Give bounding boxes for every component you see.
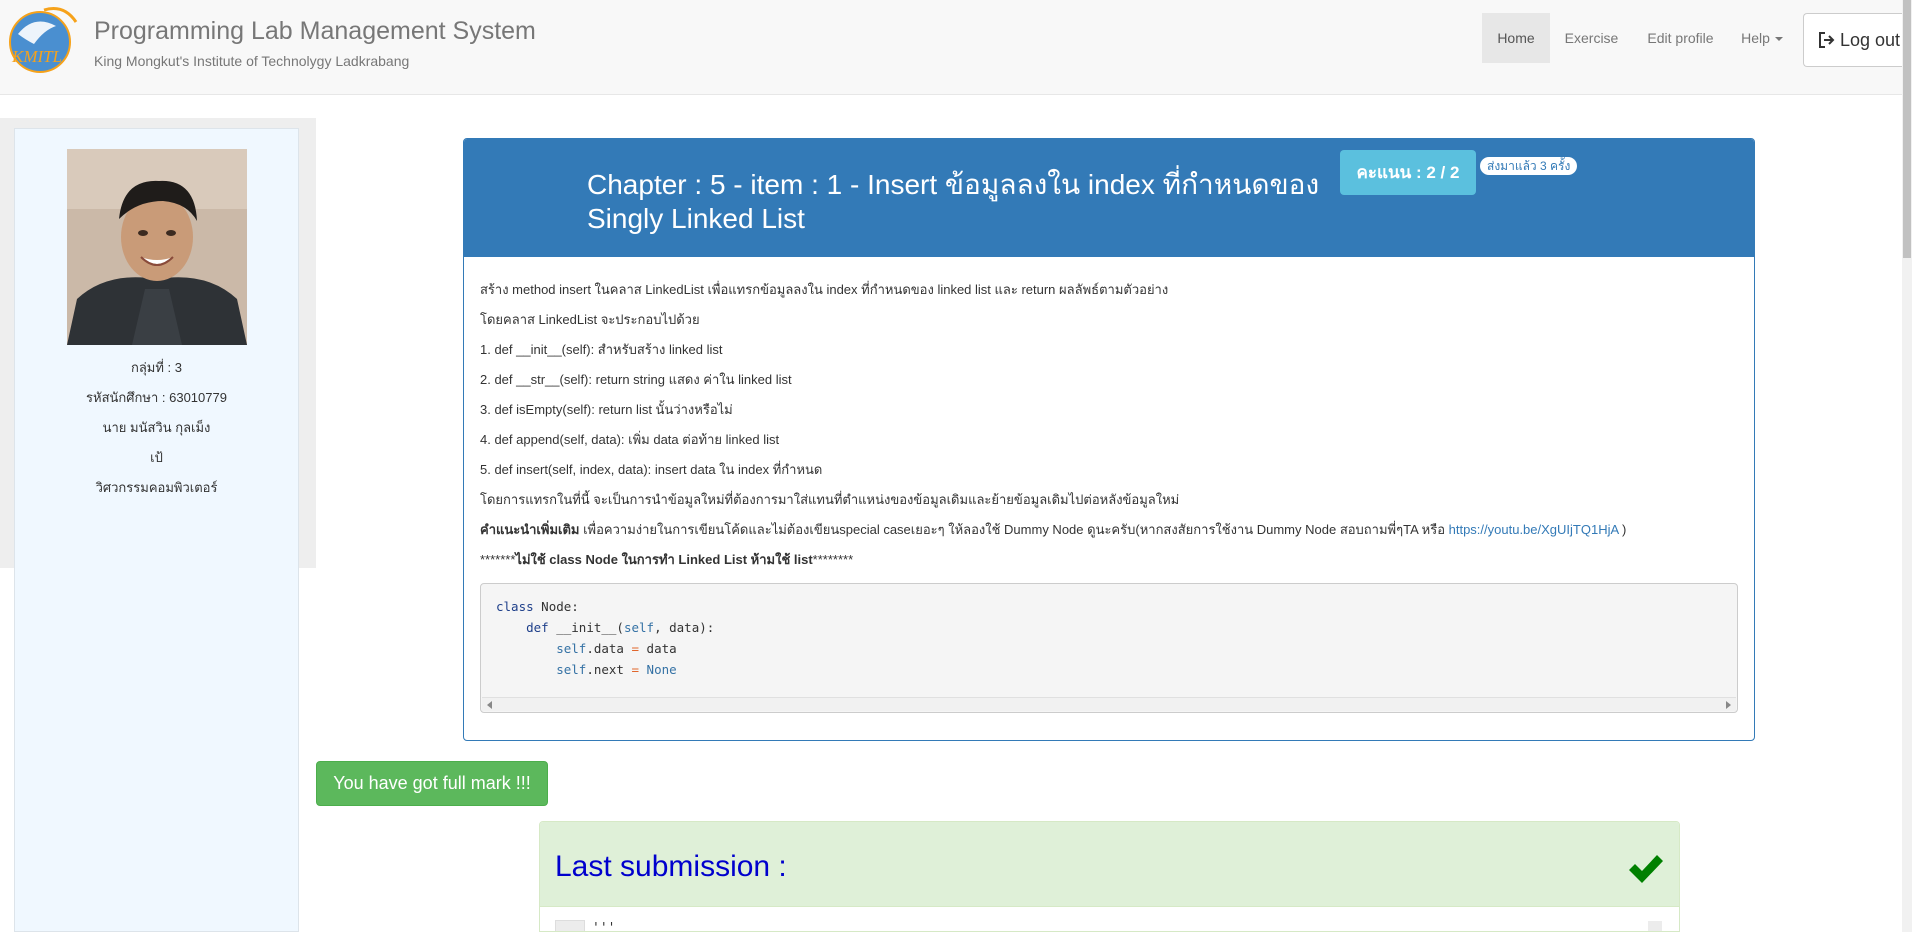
last-submission-title: Last submission :	[555, 850, 787, 883]
code-gutter	[555, 920, 585, 931]
code-keyword: def	[526, 620, 549, 635]
profile-group: กลุ่มที่ : 3	[130, 360, 183, 375]
kmitl-logo[interactable]: KMITL	[4, 4, 80, 74]
last-submission-header: Last submission :	[540, 822, 1679, 907]
logout-button[interactable]: Log out	[1803, 13, 1912, 67]
brand-subtitle: King Mongkut's Institute of Technolygy L…	[94, 53, 410, 69]
check-icon	[1629, 855, 1663, 883]
code-text: Node:	[533, 599, 579, 614]
score-badge: คะแนน : 2 / 2	[1340, 150, 1476, 195]
nav-exercise[interactable]: Exercise	[1555, 13, 1628, 63]
profile-panel: กลุ่มที่ : 3 รหัสนักศึกษา : 63010779 นาย…	[14, 128, 299, 932]
code-line: self.data = data	[496, 641, 677, 656]
code-text: , data):	[654, 620, 715, 635]
code-text: .data	[586, 641, 632, 656]
description-line: โดยคลาส LinkedList จะประกอบไปด้วย	[480, 312, 700, 327]
warning-line: *******ไม่ใช้ class Node ในการทำ Linked …	[480, 549, 853, 570]
code-line: self.next = None	[496, 662, 677, 677]
code-line: def __init__(self, data):	[496, 620, 714, 635]
code-constant: None	[639, 662, 677, 677]
profile-student-id: รหัสนักศึกษา : 63010779	[86, 390, 227, 405]
description-line: 5. def insert(self, index, data): insert…	[480, 462, 823, 477]
nav-help-label: Help	[1741, 30, 1770, 46]
description-line: 4. def append(self, data): เพิ่ม data ต่…	[480, 432, 780, 447]
code-text: .next	[586, 662, 632, 677]
code-example[interactable]: class Node: def __init__(self, data): se…	[480, 583, 1738, 713]
nav-home[interactable]: Home	[1482, 13, 1550, 63]
avatar	[67, 149, 247, 345]
code-scroll-up-icon[interactable]	[1648, 921, 1662, 931]
hint-link[interactable]: https://youtu.be/XgUIjTQ1HjA	[1449, 522, 1619, 537]
description-line: 1. def __init__(self): สำหรับสร้าง linke…	[480, 342, 723, 357]
hint-end: )	[1618, 522, 1627, 537]
hint-line: คำแนะนำเพิ่มเติม เพื่อความง่ายในการเขียน…	[480, 519, 1626, 540]
code-operator: =	[631, 662, 640, 677]
caret-down-icon	[1774, 37, 1783, 42]
problem-header: Chapter : 5 - item : 1 - Insert ข้อมูลลง…	[464, 139, 1754, 257]
warning-text: ไม่ใช้ class Node ในการทำ Linked List ห้…	[515, 552, 813, 567]
code-line: class Node:	[496, 599, 579, 614]
navbar: KMITL Programming Lab Management System …	[0, 0, 1912, 95]
hint-text: เพื่อความง่ายในการเขียนโค้ดและไม่ต้องเขี…	[579, 522, 1449, 537]
page-scrollbar-thumb[interactable]	[1903, 0, 1911, 258]
warning-suffix: ********	[812, 552, 854, 567]
warning-prefix: *******	[480, 552, 516, 567]
description-line: 3. def isEmpty(self): return list นั้นว่…	[480, 402, 733, 417]
code-operator: =	[631, 641, 640, 656]
code-keyword: class	[496, 599, 534, 614]
brand-title[interactable]: Programming Lab Management System	[94, 17, 536, 46]
profile-nickname: เป้	[150, 450, 163, 465]
profile-department: วิศวกรรมคอมพิวเตอร์	[95, 480, 218, 495]
logout-label: Log out	[1840, 30, 1901, 50]
svg-text:KMITL: KMITL	[11, 47, 62, 66]
profile-name: นาย มนัสวิน กุลเม็ง	[102, 420, 211, 435]
nav-edit-profile[interactable]: Edit profile	[1636, 13, 1725, 63]
code-self: self	[556, 662, 587, 677]
problem-panel: Chapter : 5 - item : 1 - Insert ข้อมูลลง…	[463, 138, 1755, 741]
full-mark-button[interactable]: You have got full mark !!!	[316, 761, 548, 806]
code-text: data	[639, 641, 677, 656]
problem-title: Chapter : 5 - item : 1 - Insert ข้อมูลลง…	[587, 169, 1320, 234]
scroll-left-icon[interactable]	[487, 701, 492, 709]
description-line: โดยการแทรกในที่นี้ จะเป็นการนำข้อมูลใหม่…	[480, 492, 1180, 507]
code-self: self	[623, 620, 655, 635]
code-horizontal-scrollbar[interactable]	[482, 697, 1736, 711]
page-scrollbar[interactable]	[1902, 0, 1912, 932]
code-text: __init__(	[548, 620, 624, 635]
submission-count-badge: ส่งมาแล้ว 3 ครั้ง	[1480, 157, 1578, 175]
scroll-right-icon[interactable]	[1726, 701, 1731, 709]
description-line: 2. def __str__(self): return string แสดง…	[480, 372, 792, 387]
code-self: self	[556, 641, 587, 656]
hint-label: คำแนะนำเพิ่มเติม	[480, 522, 580, 537]
description-line: สร้าง method insert ในคลาส LinkedList เพ…	[480, 282, 1169, 297]
nav-help-dropdown[interactable]: Help	[1734, 13, 1790, 63]
last-submission-panel: Last submission : '''	[539, 821, 1680, 932]
sign-out-icon	[1819, 31, 1835, 48]
last-submission-code[interactable]: '''	[592, 921, 615, 931]
